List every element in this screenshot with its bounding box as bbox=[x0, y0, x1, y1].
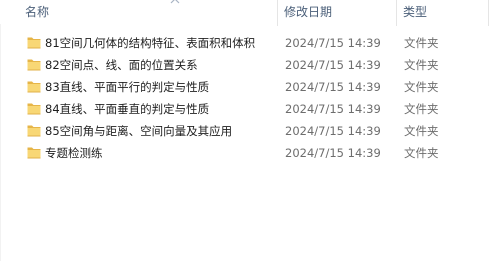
file-type: 文件夹 bbox=[404, 36, 439, 50]
column-header-type[interactable]: 类型 bbox=[403, 0, 483, 24]
file-name: 84直线、平面垂直的判定与性质 bbox=[45, 102, 210, 116]
column-header-name-label: 名称 bbox=[25, 5, 50, 19]
file-date: 2024/7/15 14:39 bbox=[285, 146, 381, 160]
file-name: 82空间点、线、面的位置关系 bbox=[45, 58, 198, 72]
file-date: 2024/7/15 14:39 bbox=[285, 102, 381, 116]
file-name: 85空间角与距离、空间向量及其应用 bbox=[45, 124, 233, 138]
column-divider[interactable] bbox=[277, 0, 278, 26]
folder-icon bbox=[27, 81, 41, 93]
column-header-date[interactable]: 修改日期 bbox=[284, 0, 394, 24]
column-divider[interactable] bbox=[396, 0, 397, 26]
folder-icon bbox=[27, 147, 41, 159]
file-type: 文件夹 bbox=[404, 124, 439, 138]
file-type: 文件夹 bbox=[404, 58, 439, 72]
file-row[interactable]: 83直线、平面平行的判定与性质 2024/7/15 14:39 文件夹 bbox=[0, 76, 493, 98]
file-row[interactable]: 84直线、平面垂直的判定与性质 2024/7/15 14:39 文件夹 bbox=[0, 98, 493, 120]
sort-up-arrow-icon bbox=[170, 0, 180, 4]
file-explorer: 名称 修改日期 类型 81空间几何体的结构特征、表面积和体积 2024/7/15… bbox=[0, 0, 493, 261]
file-name: 83直线、平面平行的判定与性质 bbox=[45, 80, 210, 94]
file-name: 81空间几何体的结构特征、表面积和体积 bbox=[45, 36, 256, 50]
column-header-bar: 名称 修改日期 类型 bbox=[0, 0, 493, 26]
folder-icon bbox=[27, 37, 41, 49]
file-type: 文件夹 bbox=[404, 146, 439, 160]
file-date: 2024/7/15 14:39 bbox=[285, 58, 381, 72]
folder-icon bbox=[27, 103, 41, 115]
column-divider[interactable] bbox=[488, 0, 489, 26]
column-header-type-label: 类型 bbox=[403, 5, 428, 19]
file-row[interactable]: 专题检测练 2024/7/15 14:39 文件夹 bbox=[0, 142, 493, 164]
file-date: 2024/7/15 14:39 bbox=[285, 124, 381, 138]
file-type: 文件夹 bbox=[404, 102, 439, 116]
file-row[interactable]: 85空间角与距离、空间向量及其应用 2024/7/15 14:39 文件夹 bbox=[0, 120, 493, 142]
column-header-date-label: 修改日期 bbox=[284, 5, 333, 19]
column-header-name[interactable]: 名称 bbox=[25, 0, 275, 24]
file-row[interactable]: 81空间几何体的结构特征、表面积和体积 2024/7/15 14:39 文件夹 bbox=[0, 32, 493, 54]
file-list: 81空间几何体的结构特征、表面积和体积 2024/7/15 14:39 文件夹 … bbox=[0, 32, 493, 164]
file-row[interactable]: 82空间点、线、面的位置关系 2024/7/15 14:39 文件夹 bbox=[0, 54, 493, 76]
file-name: 专题检测练 bbox=[45, 146, 103, 160]
folder-icon bbox=[27, 59, 41, 71]
folder-icon bbox=[27, 125, 41, 137]
file-date: 2024/7/15 14:39 bbox=[285, 80, 381, 94]
file-date: 2024/7/15 14:39 bbox=[285, 36, 381, 50]
file-type: 文件夹 bbox=[404, 80, 439, 94]
